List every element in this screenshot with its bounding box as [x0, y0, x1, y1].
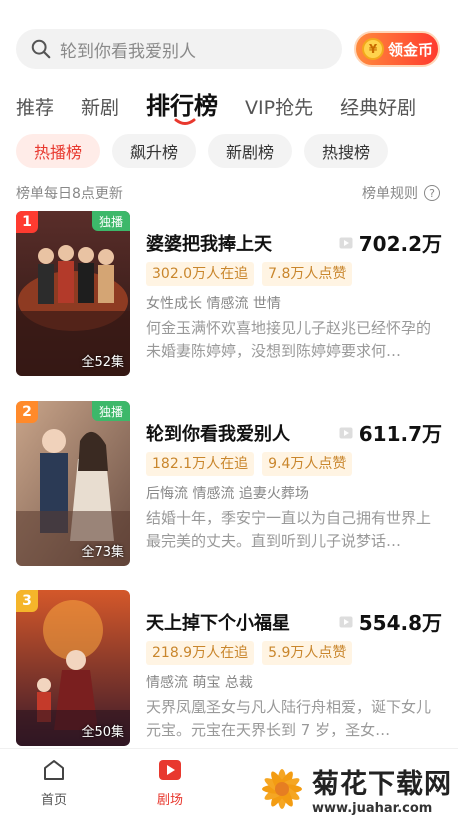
watching-tag: 218.9万人在追 [146, 641, 255, 665]
top-tabs: 推荐 新剧 排行榜 VIP抢先 经典好剧 [16, 86, 443, 126]
likes-tag: 7.8万人点赞 [262, 262, 353, 286]
list-item[interactable]: 1 独播 全52集 婆婆把我捧上天 702.2万 302.0万人在追 7.8万人… [16, 211, 442, 376]
watermark-name: 菊花下载网 [312, 769, 452, 800]
stat-tags: 182.1万人在追 9.4万人点赞 [146, 452, 360, 476]
drama-title[interactable]: 婆婆把我捧上天 [146, 230, 272, 256]
play-count-icon [339, 237, 353, 248]
site-watermark: 菊花下载网 www.juahar.com [256, 762, 452, 816]
tab-new[interactable]: 新剧 [81, 93, 119, 120]
drama-title[interactable]: 轮到你看我爱别人 [146, 420, 290, 446]
exclusive-badge: 独播 [92, 211, 130, 231]
heat-number: 554.8万 [358, 611, 442, 635]
drama-description: 天界凤凰圣女与凡人陆行舟相爱，诞下女儿元宝。元宝在天界长到 7 岁，圣女… [146, 698, 432, 739]
rank-badge: 3 [16, 590, 38, 612]
update-note: 榜单每日8点更新 [16, 186, 123, 202]
drama-description: 何金玉满怀欢喜地接见儿子赵兆已经怀孕的未婚妻陈婷婷，没想到陈婷婷要求何… [146, 319, 432, 360]
chrysanthemum-logo-icon [262, 769, 302, 809]
rank-badge: 2 [16, 401, 38, 423]
chip-rising[interactable]: 飙升榜 [112, 134, 196, 168]
get-coins-button[interactable]: ¥ 领金币 [354, 31, 440, 67]
watching-tag: 302.0万人在追 [146, 262, 255, 286]
poster-image: 1 独播 全52集 [16, 211, 130, 376]
likes-tag: 9.4万人点赞 [262, 452, 353, 476]
get-coins-label: 领金币 [388, 40, 434, 59]
poster-image: 3 全50集 [16, 590, 130, 746]
heat-value: 611.7万 [339, 418, 442, 447]
help-icon: ? [424, 185, 440, 201]
rank-badge: 1 [16, 211, 38, 233]
tab-classic[interactable]: 经典好剧 [340, 93, 416, 120]
ranking-info-row: 榜单每日8点更新 榜单规则 ? [16, 183, 440, 203]
search-icon [31, 39, 51, 59]
play-count-icon [339, 616, 353, 627]
stat-tags: 302.0万人在追 7.8万人点赞 [146, 262, 360, 286]
play-count-icon [339, 427, 353, 438]
heat-number: 611.7万 [358, 422, 442, 446]
episode-count: 全50集 [81, 725, 124, 740]
watching-tag: 182.1万人在追 [146, 452, 255, 476]
tab-ranking[interactable]: 排行榜 [146, 86, 219, 125]
heat-value: 554.8万 [339, 607, 442, 636]
episode-count: 全52集 [81, 355, 124, 370]
nav-home-label: 首页 [40, 793, 67, 808]
rules-link[interactable]: 榜单规则 ? [362, 183, 440, 203]
drama-title[interactable]: 天上掉下个小福星 [146, 609, 290, 635]
home-icon [44, 760, 64, 780]
ranking-filter-chips: 热播榜 飙升榜 新剧榜 热搜榜 [16, 134, 400, 168]
nav-theater[interactable]: 剧场 [140, 757, 200, 808]
tab-recommend[interactable]: 推荐 [16, 93, 54, 120]
stat-tags: 218.9万人在追 5.9万人点赞 [146, 641, 360, 665]
search-input[interactable]: 轮到你看我爱别人 [60, 37, 196, 62]
chip-new[interactable]: 新剧榜 [208, 134, 292, 168]
genre-tags: 情感流 萌宝 总裁 [146, 675, 253, 691]
heat-number: 702.2万 [358, 232, 442, 256]
tab-ranking-label: 排行榜 [146, 92, 219, 120]
episode-count: 全73集 [81, 545, 124, 560]
exclusive-badge: 独播 [92, 401, 130, 421]
nav-home[interactable]: 首页 [24, 757, 84, 808]
list-item[interactable]: 3 全50集 天上掉下个小福星 554.8万 218.9万人在追 5.9万人点赞… [16, 590, 442, 755]
genre-tags: 后悔流 情感流 追妻火葬场 [146, 486, 309, 502]
theater-icon [159, 760, 181, 780]
likes-tag: 5.9万人点赞 [262, 641, 353, 665]
chip-search[interactable]: 热搜榜 [304, 134, 388, 168]
active-tab-indicator [174, 118, 196, 125]
tab-vip[interactable]: VIP抢先 [245, 93, 313, 120]
search-bar[interactable]: 轮到你看我爱别人 [16, 29, 342, 69]
genre-tags: 女性成长 情感流 世情 [146, 296, 281, 312]
rules-label: 榜单规则 [362, 186, 418, 202]
drama-description: 结婚十年，季安宁一直以为自己拥有世界上最完美的丈夫。直到听到儿子说梦话… [146, 509, 432, 550]
coin-icon: ¥ [362, 38, 384, 60]
heat-value: 702.2万 [339, 228, 442, 257]
poster-image: 2 独播 全73集 [16, 401, 130, 566]
chip-hot[interactable]: 热播榜 [16, 134, 100, 168]
watermark-url: www.juahar.com [312, 801, 433, 816]
list-item[interactable]: 2 独播 全73集 轮到你看我爱别人 611.7万 182.1万人在追 9.4万… [16, 401, 442, 566]
nav-theater-label: 剧场 [156, 793, 183, 808]
